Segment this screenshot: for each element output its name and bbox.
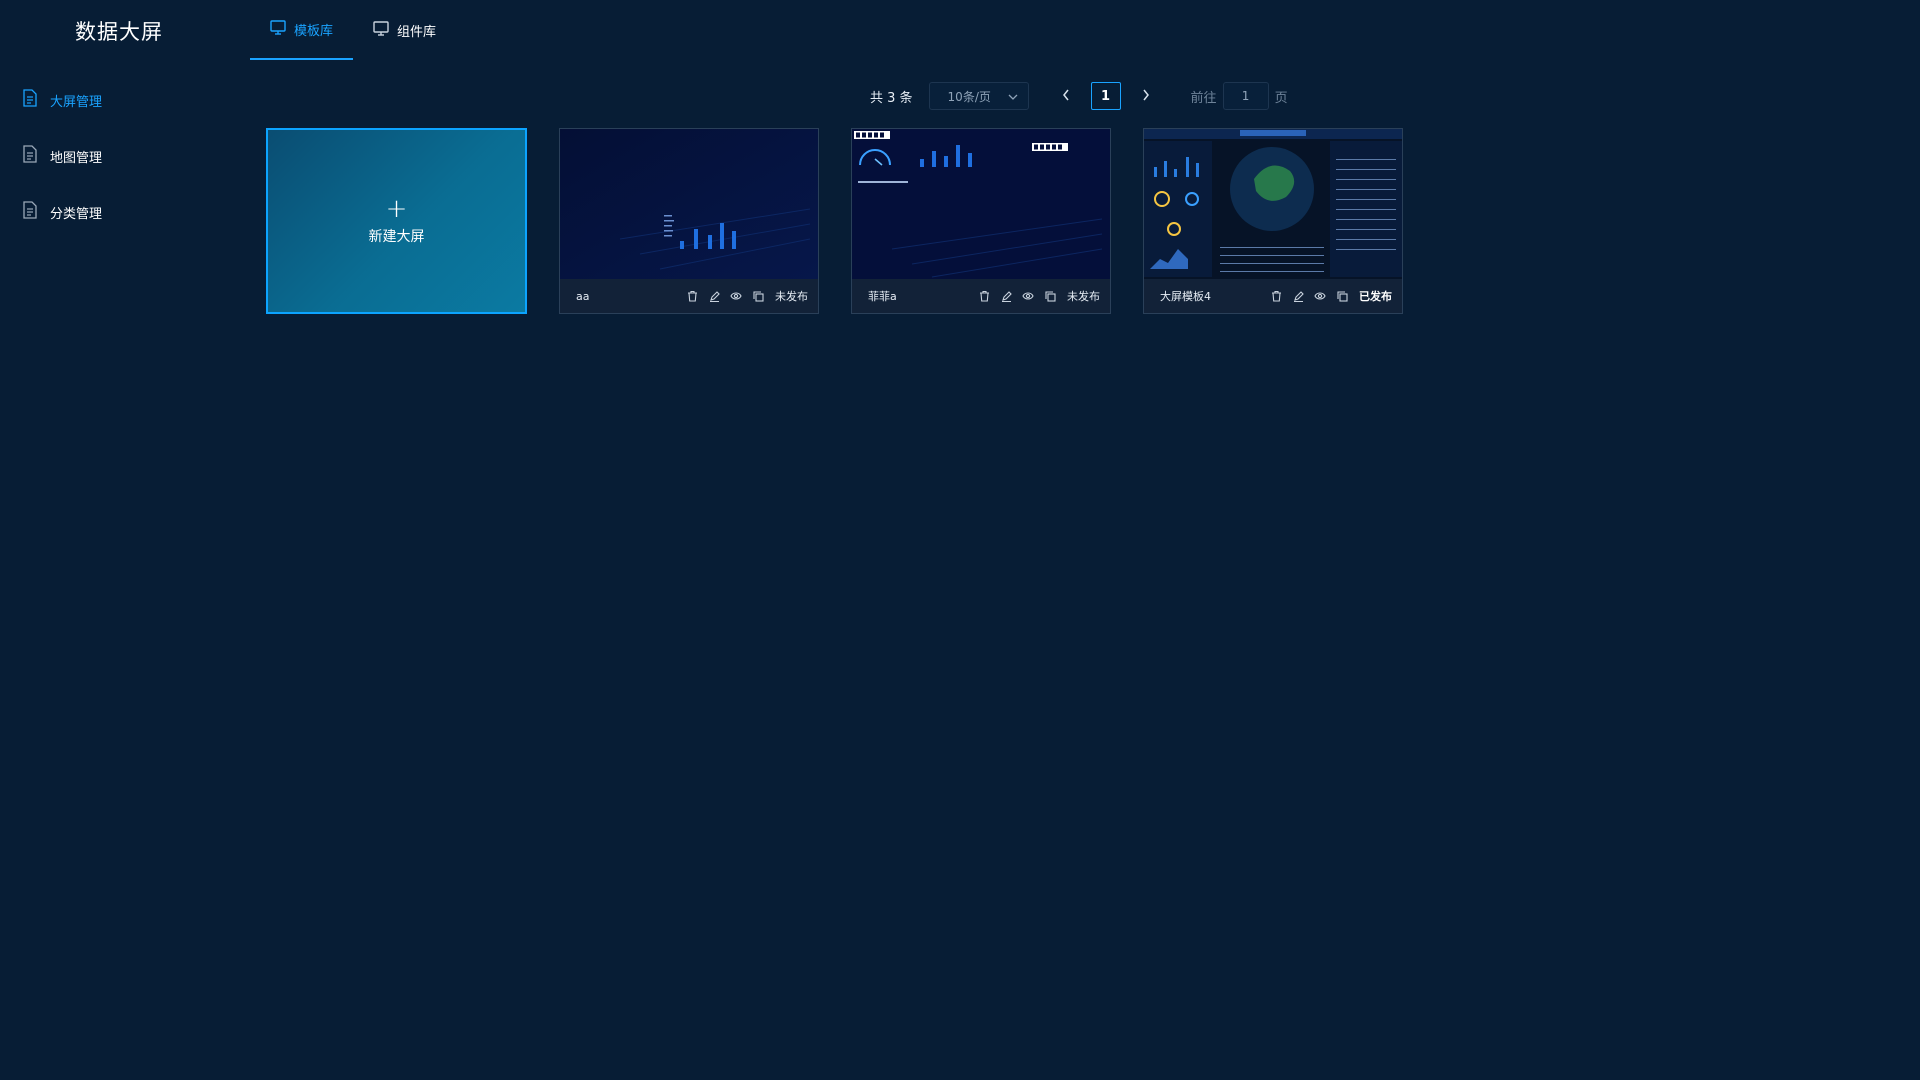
screen-card[interactable]: aa 未发布	[559, 128, 819, 314]
screen-card[interactable]: 大屏模板4 已发布	[1143, 128, 1403, 314]
screen-thumbnail[interactable]	[560, 129, 818, 279]
plus-icon: +	[385, 194, 408, 224]
publish-status[interactable]: 已发布	[1359, 288, 1392, 304]
preview-button[interactable]	[1017, 291, 1039, 301]
chevron-down-icon	[1008, 89, 1018, 103]
eye-icon	[1314, 292, 1326, 300]
sidebar-item-map-management[interactable]: 地图管理	[22, 128, 242, 184]
pagination: 共 3 条 10条/页 1 前往 页	[870, 82, 1288, 110]
copy-icon	[1044, 290, 1056, 302]
top-navigation: 模板库 组件库	[250, 0, 456, 60]
new-screen-button[interactable]: + 新建大屏	[266, 128, 527, 314]
chevron-right-icon	[1142, 89, 1149, 101]
edit-button[interactable]	[995, 290, 1017, 302]
screen-name: 大屏模板4	[1160, 290, 1211, 303]
card-footer: aa 未发布	[560, 279, 818, 313]
document-icon	[22, 201, 38, 223]
tab-label: 模板库	[294, 23, 334, 39]
next-page-button[interactable]	[1131, 87, 1161, 105]
monitor-icon	[373, 20, 389, 40]
pencil-icon	[1293, 291, 1304, 302]
copy-icon	[752, 290, 764, 302]
card-footer: 菲菲a 未发布	[852, 279, 1110, 313]
copy-button[interactable]	[1039, 290, 1061, 302]
copy-button[interactable]	[747, 290, 769, 302]
pencil-icon	[1001, 291, 1012, 302]
edit-button[interactable]	[1287, 290, 1309, 302]
document-icon	[22, 89, 38, 111]
copy-button[interactable]	[1331, 290, 1353, 302]
preview-button[interactable]	[1309, 291, 1331, 301]
copy-icon	[1336, 290, 1348, 302]
delete-button[interactable]	[681, 290, 703, 302]
tab-component-library[interactable]: 组件库	[353, 0, 456, 60]
screen-thumbnail[interactable]	[1144, 129, 1402, 279]
delete-button[interactable]	[1265, 290, 1287, 302]
edit-button[interactable]	[703, 290, 725, 302]
document-icon	[22, 145, 38, 167]
eye-icon	[730, 292, 742, 300]
sidebar-item-label: 地图管理	[50, 150, 103, 166]
page-size-select[interactable]: 10条/页	[928, 82, 1029, 110]
goto-page-input[interactable]	[1222, 82, 1269, 110]
publish-status[interactable]: 未发布	[1067, 288, 1100, 304]
eye-icon	[1022, 292, 1034, 300]
new-screen-label: 新建大屏	[368, 229, 425, 245]
screen-card[interactable]: 菲菲a 未发布	[851, 128, 1111, 314]
pencil-icon	[709, 291, 720, 302]
prev-page-button[interactable]	[1051, 87, 1081, 105]
preview-button[interactable]	[725, 291, 747, 301]
screen-card-grid: + 新建大屏 aa 未发布 菲菲a 未发布 大屏模板4 已发布	[266, 128, 1403, 314]
page-number-button[interactable]: 1	[1090, 82, 1121, 110]
screen-thumbnail[interactable]	[852, 129, 1110, 279]
trash-icon	[1271, 290, 1281, 302]
tab-label: 组件库	[397, 24, 437, 40]
trash-icon	[979, 290, 989, 302]
sidebar-item-label: 大屏管理	[50, 94, 103, 110]
sidebar-item-label: 分类管理	[50, 206, 103, 222]
page-suffix: 页	[1274, 90, 1288, 106]
publish-status[interactable]: 未发布	[775, 288, 808, 304]
total-count: 共 3 条	[870, 90, 913, 106]
sidebar-item-screen-management[interactable]: 大屏管理	[22, 72, 242, 128]
delete-button[interactable]	[973, 290, 995, 302]
goto-label: 前往	[1190, 90, 1217, 106]
sidebar-item-category-management[interactable]: 分类管理	[22, 184, 242, 240]
screen-name: 菲菲a	[868, 290, 897, 303]
trash-icon	[687, 290, 697, 302]
card-footer: 大屏模板4 已发布	[1144, 279, 1402, 313]
tab-template-library[interactable]: 模板库	[250, 0, 354, 60]
page-size-value: 10条/页	[947, 89, 991, 104]
app-title: 数据大屏	[75, 20, 163, 44]
sidebar: 大屏管理 地图管理 分类管理	[22, 72, 242, 240]
chevron-left-icon	[1062, 89, 1069, 101]
screen-name: aa	[576, 289, 590, 303]
monitor-icon	[270, 19, 286, 39]
